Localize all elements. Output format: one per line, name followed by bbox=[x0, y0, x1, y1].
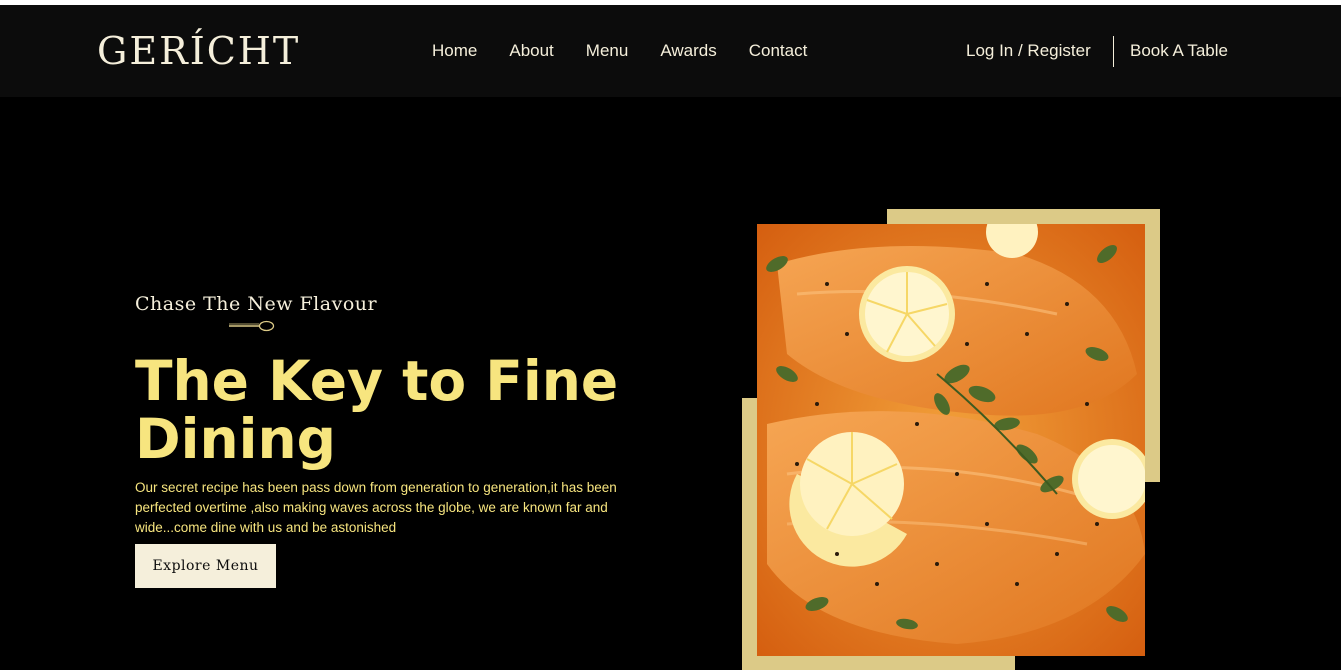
hero-subtitle: Chase The New Flavour bbox=[135, 293, 378, 315]
nav-link-contact[interactable]: Contact bbox=[749, 39, 808, 63]
nav-link-home[interactable]: Home bbox=[432, 39, 477, 63]
spoon-icon bbox=[229, 320, 275, 332]
nav-divider bbox=[1113, 36, 1114, 67]
nav-link-about[interactable]: About bbox=[509, 39, 553, 63]
book-table-link[interactable]: Book A Table bbox=[1130, 39, 1228, 63]
login-register-link[interactable]: Log In / Register bbox=[966, 39, 1091, 63]
hero-description: Our secret recipe has been pass down fro… bbox=[135, 480, 617, 535]
explore-menu-button[interactable]: Explore Menu bbox=[135, 544, 276, 588]
nav-link-awards[interactable]: Awards bbox=[660, 39, 716, 63]
navbar: GERÍCHT Home About Menu Awards Contact L… bbox=[0, 5, 1341, 97]
nav-links: Home About Menu Awards Contact bbox=[432, 39, 839, 63]
hero-headline: The Key to Fine Dining bbox=[135, 349, 619, 471]
brand-logo[interactable]: GERÍCHT bbox=[97, 29, 300, 73]
salmon-dish-image bbox=[757, 224, 1145, 656]
salmon-dish-illustration bbox=[757, 224, 1145, 656]
nav-link-menu[interactable]: Menu bbox=[586, 39, 629, 63]
